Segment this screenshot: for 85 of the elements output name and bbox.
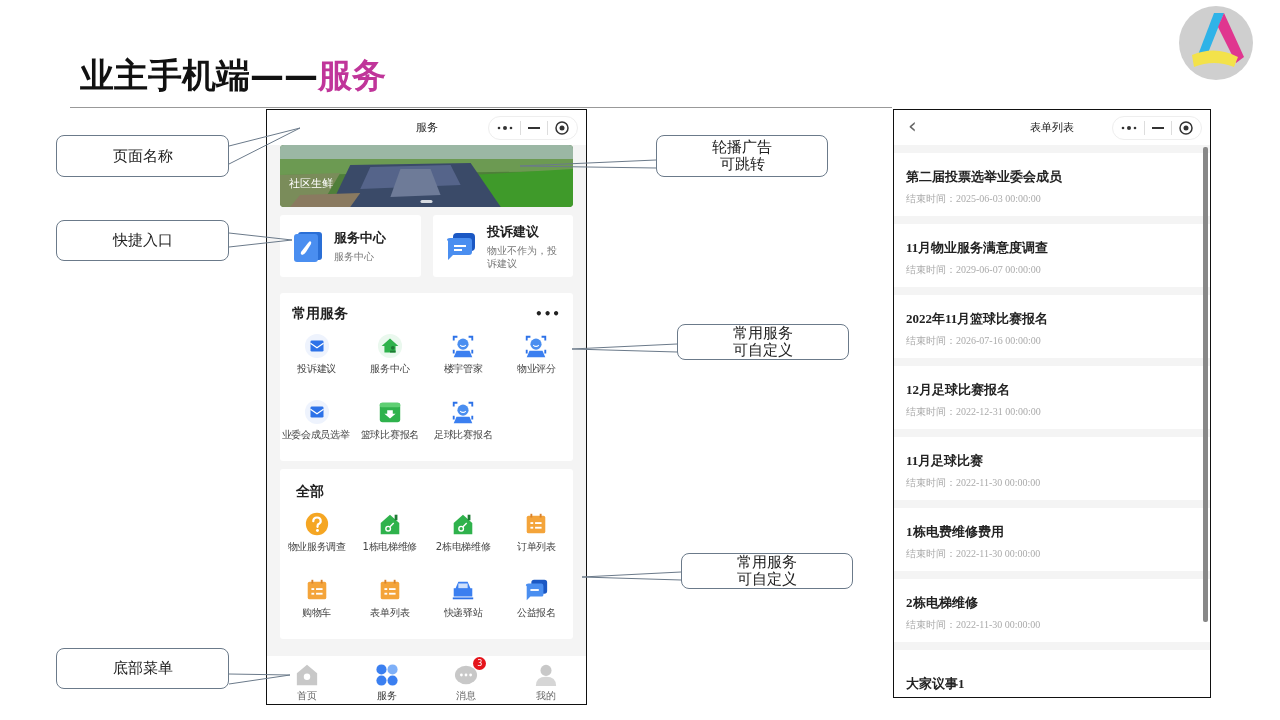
more-icon[interactable] bbox=[1121, 125, 1137, 131]
callout-label: 常用服务 可自定义 bbox=[677, 324, 849, 360]
service-item[interactable]: 表单列表 bbox=[353, 577, 427, 633]
callout-label: 底部菜单 bbox=[56, 648, 229, 689]
service-item[interactable]: 物业评分 bbox=[499, 333, 573, 389]
grid-icon bbox=[374, 663, 399, 687]
end-time: 结束时间：2022-11-30 00:00:00 bbox=[906, 546, 1042, 561]
chat-bubble-icon bbox=[454, 663, 479, 687]
shortcut-subtitle: 服务中心 bbox=[334, 250, 375, 263]
end-time: 结束时间：2022-12-31 00:00:00 bbox=[906, 404, 1042, 419]
more-icon[interactable] bbox=[497, 125, 513, 131]
banner-caption: 社区生鲜 bbox=[289, 176, 333, 191]
screen-title: 服务 bbox=[415, 120, 438, 135]
form-list-item[interactable]: 11月足球比赛 结束时间：2022-11-30 00:00:00 bbox=[894, 437, 1210, 500]
chat-icon bbox=[444, 230, 477, 262]
nav-tab[interactable]: 我的 bbox=[506, 656, 586, 704]
callout-label: 常用服务 可自定义 bbox=[681, 553, 853, 589]
nav-tab[interactable]: 首页 bbox=[267, 656, 347, 704]
nav-tab[interactable]: 服务 bbox=[346, 656, 427, 704]
leader-line bbox=[228, 232, 293, 248]
phone-icon bbox=[292, 230, 324, 262]
question-icon bbox=[303, 511, 330, 537]
section-title: 全部 bbox=[296, 483, 324, 501]
form-title: 1栋电费维修费用 bbox=[906, 522, 1005, 541]
service-item[interactable]: 投诉建议 bbox=[280, 333, 354, 389]
target-icon[interactable] bbox=[555, 121, 569, 135]
form-title: 第二届投票选举业委会成员 bbox=[906, 167, 1063, 186]
service-item[interactable]: 订单列表 bbox=[499, 511, 573, 567]
service-item[interactable]: 楼宇管家 bbox=[426, 333, 500, 389]
minimize-icon[interactable] bbox=[1152, 126, 1164, 130]
shortcut-subtitle: 物业不作为，投诉建议 bbox=[486, 243, 558, 270]
service-item[interactable]: 快递驿站 bbox=[426, 577, 500, 633]
service-item[interactable]: 购物车 bbox=[280, 577, 354, 633]
shortcut-title: 投诉建议 bbox=[486, 222, 540, 241]
service-item[interactable]: 服务中心 bbox=[353, 333, 427, 389]
service-item[interactable]: 1栋电梯维修 bbox=[353, 511, 427, 567]
target-icon[interactable] bbox=[1179, 121, 1193, 135]
service-item[interactable]: 公益报名 bbox=[499, 577, 573, 633]
home-icon bbox=[294, 663, 319, 687]
service-item[interactable]: 物业服务调查 bbox=[280, 511, 354, 567]
shortcut-card[interactable]: 投诉建议 物业不作为，投诉建议 bbox=[432, 215, 573, 277]
shortcut-card[interactable]: 服务中心 服务中心 bbox=[280, 215, 421, 277]
capsule-menu[interactable] bbox=[1112, 116, 1202, 140]
logo-icon bbox=[1178, 5, 1254, 81]
service-item[interactable]: 业委会成员选举 bbox=[280, 399, 354, 455]
leader-line bbox=[228, 673, 291, 685]
form-title: 11月物业服务满意度调查 bbox=[906, 238, 1050, 257]
end-time: 结束时间：2022-11-30 00:00:00 bbox=[906, 475, 1042, 490]
form-title: 12月足球比赛报名 bbox=[906, 380, 1011, 399]
service-item[interactable]: 足球比赛报名 bbox=[426, 399, 500, 455]
end-time: 结束时间：2025-06-03 00:00:00 bbox=[906, 191, 1042, 206]
nav-tab[interactable]: 3 消息 bbox=[426, 656, 507, 704]
person-icon bbox=[534, 663, 559, 687]
back-button[interactable]: ‹ bbox=[908, 114, 917, 138]
form-title: 大家议事1 bbox=[906, 674, 966, 693]
form-list-item[interactable]: 2022年11月篮球比赛报名 结束时间：2026-07-16 00:00:00 bbox=[894, 295, 1210, 358]
form-list-item[interactable]: 1栋电费维修费用 结束时间：2022-11-30 00:00:00 bbox=[894, 508, 1210, 571]
service-item[interactable]: 2栋电梯维修 bbox=[426, 511, 500, 567]
callout-label: 快捷入口 bbox=[56, 220, 229, 261]
form-list-item[interactable]: 2栋电梯维修 结束时间：2022-11-30 00:00:00 bbox=[894, 579, 1210, 642]
shortcut-title: 服务中心 bbox=[334, 229, 386, 247]
more-button[interactable]: ••• bbox=[535, 307, 561, 321]
service-item[interactable]: 篮球比赛报名 bbox=[353, 399, 427, 455]
house-icon bbox=[376, 333, 403, 359]
callout-label: 轮播广告 可跳转 bbox=[656, 135, 828, 177]
mail-icon bbox=[303, 333, 330, 359]
unread-badge: 3 bbox=[473, 657, 487, 670]
end-time: 结束时间：2029-06-07 00:00:00 bbox=[906, 262, 1042, 277]
form-list-item[interactable]: 12月足球比赛报名 结束时间：2022-12-31 00:00:00 bbox=[894, 366, 1210, 429]
form-list-item[interactable]: 11月物业服务满意度调查 结束时间：2029-06-07 00:00:00 bbox=[894, 224, 1210, 287]
form-list-item[interactable]: 第二届投票选举业委会成员 结束时间：2025-06-03 00:00:00 bbox=[894, 153, 1210, 216]
callout-label: 页面名称 bbox=[56, 135, 229, 177]
capsule-menu[interactable] bbox=[488, 116, 578, 140]
section-title: 常用服务 bbox=[292, 305, 348, 323]
minimize-icon[interactable] bbox=[528, 126, 540, 130]
slide-title: 业主手机端——服务 bbox=[80, 54, 386, 97]
end-time: 结束时间：2022-11-30 00:00:00 bbox=[906, 617, 1042, 632]
form-title: 11月足球比赛 bbox=[906, 451, 985, 470]
scrollbar[interactable] bbox=[1203, 147, 1208, 622]
form-title: 2022年11月篮球比赛报名 bbox=[906, 309, 1050, 328]
form-title: 2栋电梯维修 bbox=[906, 593, 979, 612]
form-list-item[interactable]: 大家议事1 bbox=[894, 650, 1210, 697]
end-time: 结束时间：2026-07-16 00:00:00 bbox=[906, 333, 1042, 348]
mail-icon bbox=[303, 399, 330, 425]
screen-title: 表单列表 bbox=[1030, 120, 1074, 135]
